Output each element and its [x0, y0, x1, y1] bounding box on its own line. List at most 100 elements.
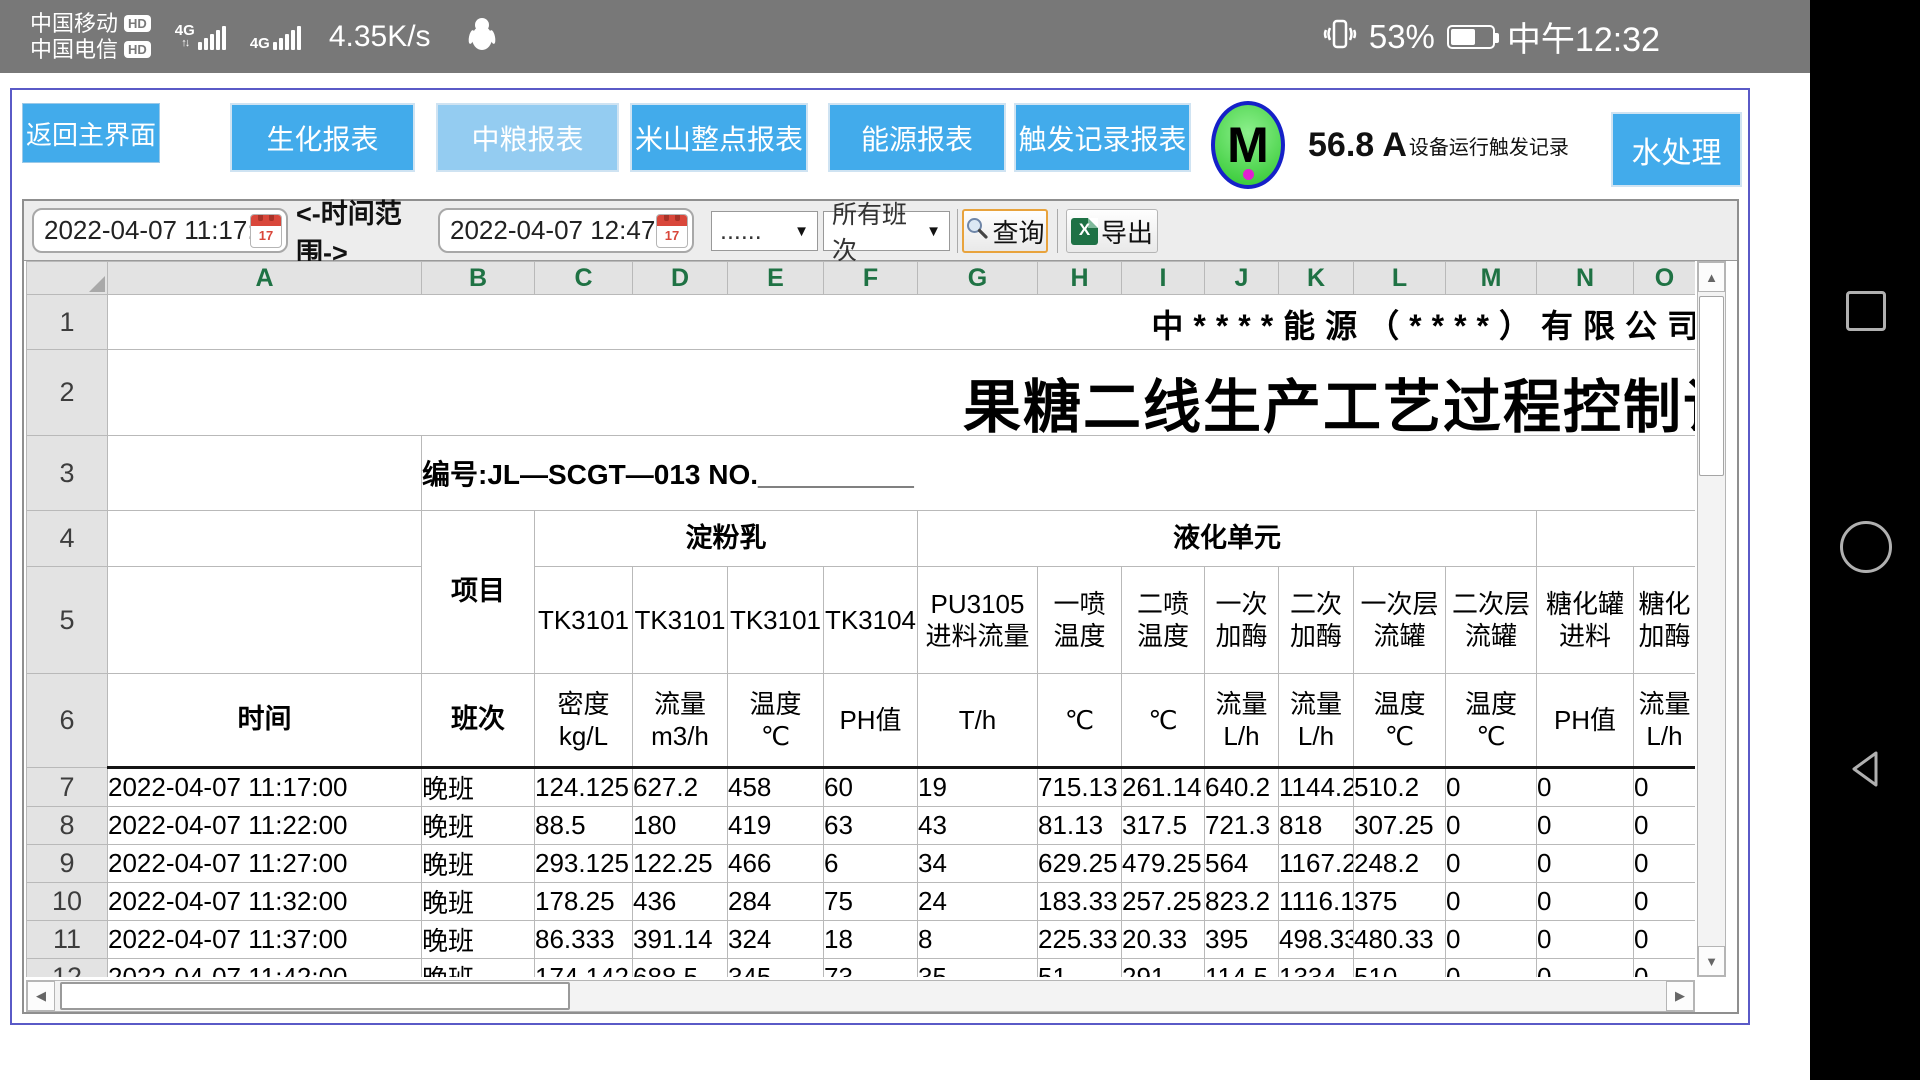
vscroll-thumb[interactable]: [1699, 296, 1724, 476]
cell-A10[interactable]: 2022-04-07 11:32:00: [108, 883, 422, 921]
cell-E10[interactable]: 284: [728, 883, 824, 921]
cell-H11[interactable]: 225.33: [1038, 921, 1122, 959]
cell-L8[interactable]: 307.25: [1354, 807, 1446, 845]
report-title-cell[interactable]: 果糖二线生产工艺过程控制记录: [108, 350, 1696, 436]
cell-E7[interactable]: 458: [728, 768, 824, 807]
cell-I11[interactable]: 20.33: [1122, 921, 1205, 959]
unit-header-cell[interactable]: 时间: [108, 674, 422, 768]
cell-A12[interactable]: 2022-04-07 11:42:00: [108, 959, 422, 978]
column-header-M[interactable]: M: [1446, 262, 1537, 295]
cell-I8[interactable]: 317.5: [1122, 807, 1205, 845]
unit-header-cell[interactable]: T/h: [918, 674, 1038, 768]
column-header-O[interactable]: O: [1634, 262, 1696, 295]
shift-dropdown[interactable]: 所有班次▼: [823, 211, 950, 251]
cell-K9[interactable]: 1167.2: [1279, 845, 1354, 883]
cell-K7[interactable]: 1144.2: [1279, 768, 1354, 807]
row-header-2[interactable]: 2: [27, 350, 108, 436]
row-header-8[interactable]: 8: [27, 807, 108, 845]
cell-G10[interactable]: 24: [918, 883, 1038, 921]
vertical-scrollbar[interactable]: ▲ ▼: [1697, 261, 1726, 977]
cell-A7[interactable]: 2022-04-07 11:17:00: [108, 768, 422, 807]
tag-header-cell[interactable]: 糖化罐 进料: [1537, 567, 1634, 674]
empty-cell[interactable]: [108, 436, 422, 511]
column-header-H[interactable]: H: [1038, 262, 1122, 295]
unit-header-cell[interactable]: 流量 m3/h: [633, 674, 728, 768]
cell-B12[interactable]: 晚班: [422, 959, 535, 978]
cell-D10[interactable]: 436: [633, 883, 728, 921]
cell-C7[interactable]: 124.125: [535, 768, 633, 807]
horizontal-scrollbar[interactable]: ◀ ▶: [26, 980, 1695, 1012]
liquefaction-group-cell[interactable]: 液化单元: [918, 511, 1537, 567]
row-header-4[interactable]: 4: [27, 511, 108, 567]
tag-header-cell[interactable]: 二次 加酶: [1279, 567, 1354, 674]
recents-button[interactable]: [1846, 291, 1886, 331]
starch-group-cell[interactable]: 淀粉乳: [535, 511, 918, 567]
tag-header-cell[interactable]: TK3101: [728, 567, 824, 674]
cell-D8[interactable]: 180: [633, 807, 728, 845]
cell-O11[interactable]: 0: [1634, 921, 1696, 959]
calendar-icon[interactable]: 17: [250, 214, 282, 248]
tab-5[interactable]: 触发记录报表: [1014, 103, 1191, 172]
cell-O9[interactable]: 0: [1634, 845, 1696, 883]
calendar-icon[interactable]: 17: [656, 214, 688, 248]
cell-D9[interactable]: 122.25: [633, 845, 728, 883]
unit-header-cell[interactable]: 班次: [422, 674, 535, 768]
column-header-N[interactable]: N: [1537, 262, 1634, 295]
cell-E12[interactable]: 345: [728, 959, 824, 978]
misc-dropdown[interactable]: ......▼: [711, 211, 818, 251]
cell-M11[interactable]: 0: [1446, 921, 1537, 959]
cell-L9[interactable]: 248.2: [1354, 845, 1446, 883]
tab-water-treatment[interactable]: 水处理: [1611, 112, 1742, 187]
row-header-9[interactable]: 9: [27, 845, 108, 883]
cell-A8[interactable]: 2022-04-07 11:22:00: [108, 807, 422, 845]
row-header-5[interactable]: 5: [27, 567, 108, 674]
cell-J7[interactable]: 640.2: [1205, 768, 1279, 807]
cell-I12[interactable]: 291: [1122, 959, 1205, 978]
tab-return-main[interactable]: 返回主界面: [22, 103, 160, 163]
empty-cell[interactable]: [108, 567, 422, 674]
cell-F9[interactable]: 6: [824, 845, 918, 883]
tag-header-cell[interactable]: 二次层 流罐: [1446, 567, 1537, 674]
tag-header-cell[interactable]: 一次层 流罐: [1354, 567, 1446, 674]
unit-header-cell[interactable]: 温度 ℃: [728, 674, 824, 768]
row-header-12[interactable]: 12: [27, 959, 108, 978]
cell-B7[interactable]: 晚班: [422, 768, 535, 807]
cell-I10[interactable]: 257.25: [1122, 883, 1205, 921]
cell-B8[interactable]: 晚班: [422, 807, 535, 845]
cell-H9[interactable]: 629.25: [1038, 845, 1122, 883]
cell-A11[interactable]: 2022-04-07 11:37:00: [108, 921, 422, 959]
cell-I9[interactable]: 479.25: [1122, 845, 1205, 883]
cell-G11[interactable]: 8: [918, 921, 1038, 959]
cell-J10[interactable]: 823.2: [1205, 883, 1279, 921]
scroll-right-icon[interactable]: ▶: [1666, 981, 1694, 1011]
cell-M7[interactable]: 0: [1446, 768, 1537, 807]
cell-D12[interactable]: 688.5: [633, 959, 728, 978]
doc-number-cell[interactable]: 编号:JL—SCGT—013 NO.__________: [422, 436, 1696, 511]
tag-header-cell[interactable]: TK3104: [824, 567, 918, 674]
cell-O7[interactable]: 0: [1634, 768, 1696, 807]
unit-header-cell[interactable]: 温度 ℃: [1446, 674, 1537, 768]
column-header-G[interactable]: G: [918, 262, 1038, 295]
column-header-C[interactable]: C: [535, 262, 633, 295]
cell-D7[interactable]: 627.2: [633, 768, 728, 807]
row-header-3[interactable]: 3: [27, 436, 108, 511]
unit-header-cell[interactable]: ℃: [1038, 674, 1122, 768]
column-header-B[interactable]: B: [422, 262, 535, 295]
cell-L11[interactable]: 480.33: [1354, 921, 1446, 959]
tag-header-cell[interactable]: TK3101: [633, 567, 728, 674]
cell-F7[interactable]: 60: [824, 768, 918, 807]
empty-cell[interactable]: [1537, 511, 1696, 567]
home-button[interactable]: [1840, 521, 1892, 573]
cell-G9[interactable]: 34: [918, 845, 1038, 883]
cell-F12[interactable]: 73: [824, 959, 918, 978]
cell-M12[interactable]: 0: [1446, 959, 1537, 978]
cell-N10[interactable]: 0: [1537, 883, 1634, 921]
column-header-F[interactable]: F: [824, 262, 918, 295]
tag-header-cell[interactable]: 糖化 加酶: [1634, 567, 1696, 674]
column-header-K[interactable]: K: [1279, 262, 1354, 295]
column-header-E[interactable]: E: [728, 262, 824, 295]
column-header-D[interactable]: D: [633, 262, 728, 295]
hscroll-thumb[interactable]: [60, 982, 570, 1010]
cell-M8[interactable]: 0: [1446, 807, 1537, 845]
cell-H7[interactable]: 715.13: [1038, 768, 1122, 807]
